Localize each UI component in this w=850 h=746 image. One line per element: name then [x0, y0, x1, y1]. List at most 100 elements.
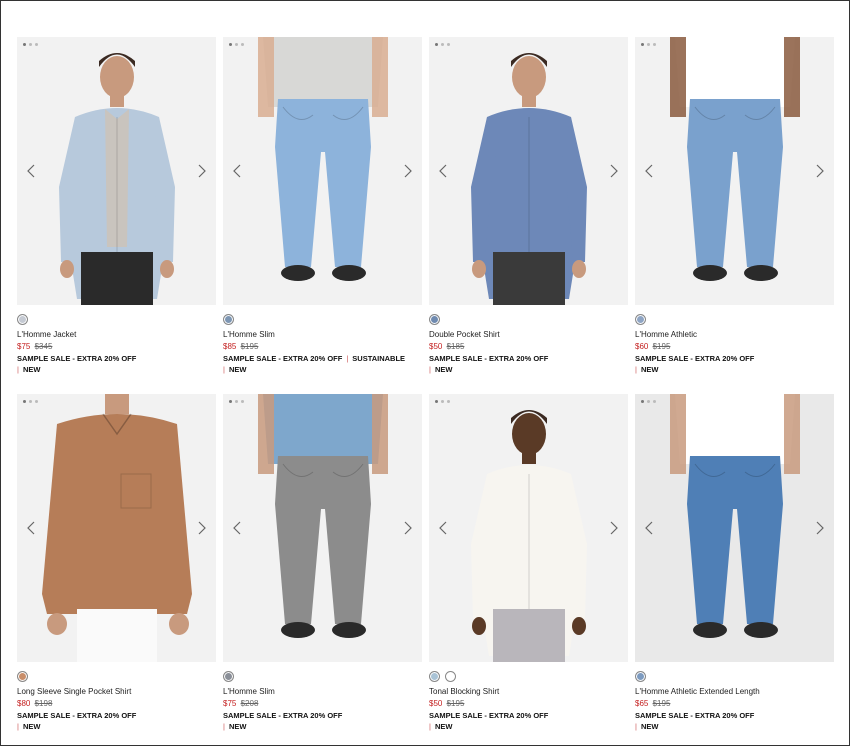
chevron-right-icon: [198, 164, 206, 178]
carousel-dot[interactable]: [441, 400, 444, 403]
promo-text: SAMPLE SALE - EXTRA 20% OFF: [223, 711, 422, 721]
product-image[interactable]: [429, 394, 628, 662]
product-card[interactable]: L'Homme Athletic Extended Length $65 $19…: [635, 394, 834, 732]
product-image[interactable]: [223, 394, 422, 662]
carousel-dots: [641, 43, 656, 46]
prev-image-button[interactable]: [642, 161, 656, 181]
product-name[interactable]: L'Homme Jacket: [17, 330, 216, 340]
product-image[interactable]: [17, 37, 216, 305]
product-name[interactable]: L'Homme Athletic Extended Length: [635, 687, 834, 697]
carousel-dot[interactable]: [641, 43, 644, 46]
carousel-dots: [435, 43, 450, 46]
product-card[interactable]: L'Homme Slim $75 $208 SAMPLE SALE - EXTR…: [223, 394, 422, 732]
product-photo: [223, 37, 422, 305]
carousel-dot[interactable]: [241, 400, 244, 403]
new-badge: | NEW: [635, 722, 834, 732]
carousel-dot[interactable]: [447, 43, 450, 46]
carousel-dot[interactable]: [29, 43, 32, 46]
promo-text: SAMPLE SALE - EXTRA 20% OFF: [635, 354, 834, 364]
prev-image-button[interactable]: [230, 518, 244, 538]
color-swatch[interactable]: [223, 314, 234, 325]
carousel-dot[interactable]: [435, 400, 438, 403]
color-swatch[interactable]: [223, 671, 234, 682]
carousel-dot[interactable]: [235, 43, 238, 46]
badge-label: NEW: [228, 722, 247, 731]
next-image-button[interactable]: [607, 518, 621, 538]
product-name[interactable]: L'Homme Slim: [223, 687, 422, 697]
carousel-dot[interactable]: [435, 43, 438, 46]
promo-text: SAMPLE SALE - EXTRA 20% OFF: [17, 354, 216, 364]
product-price: $75 $345: [17, 342, 216, 352]
product-name[interactable]: L'Homme Slim: [223, 330, 422, 340]
next-image-button[interactable]: [401, 518, 415, 538]
carousel-dot[interactable]: [23, 43, 26, 46]
next-image-button[interactable]: [195, 518, 209, 538]
prev-image-button[interactable]: [24, 161, 38, 181]
product-card[interactable]: Tonal Blocking Shirt $50 $195 SAMPLE SAL…: [429, 394, 628, 732]
badge-label: NEW: [22, 365, 41, 374]
badge-label: NEW: [434, 722, 453, 731]
new-badge: | NEW: [17, 365, 216, 375]
carousel-dots: [23, 43, 38, 46]
product-card[interactable]: Double Pocket Shirt $50 $185 SAMPLE SALE…: [429, 37, 628, 375]
badge-label: NEW: [640, 365, 659, 374]
next-image-button[interactable]: [401, 161, 415, 181]
next-image-button[interactable]: [195, 161, 209, 181]
product-photo: [17, 37, 216, 305]
carousel-dot[interactable]: [235, 400, 238, 403]
color-swatch[interactable]: [429, 671, 440, 682]
product-card[interactable]: L'Homme Slim $85 $195 SAMPLE SALE - EXTR…: [223, 37, 422, 375]
carousel-dot[interactable]: [241, 43, 244, 46]
product-card[interactable]: Long Sleeve Single Pocket Shirt $80 $198…: [17, 394, 216, 732]
product-image[interactable]: [429, 37, 628, 305]
product-name[interactable]: Long Sleeve Single Pocket Shirt: [17, 687, 216, 697]
carousel-dot[interactable]: [229, 400, 232, 403]
carousel-dot[interactable]: [229, 43, 232, 46]
color-swatches: [223, 671, 422, 683]
carousel-dot[interactable]: [441, 43, 444, 46]
color-swatch[interactable]: [429, 314, 440, 325]
product-name[interactable]: L'Homme Athletic: [635, 330, 834, 340]
product-image[interactable]: [17, 394, 216, 662]
color-swatch[interactable]: [17, 314, 28, 325]
product-name[interactable]: Tonal Blocking Shirt: [429, 687, 628, 697]
carousel-dots: [641, 400, 656, 403]
carousel-dot[interactable]: [647, 400, 650, 403]
next-image-button[interactable]: [813, 518, 827, 538]
product-name[interactable]: Double Pocket Shirt: [429, 330, 628, 340]
promo-label: SAMPLE SALE - EXTRA 20% OFF: [429, 354, 549, 363]
new-badge: | NEW: [223, 722, 422, 732]
badge-label: NEW: [434, 365, 453, 374]
prev-image-button[interactable]: [642, 518, 656, 538]
carousel-dot[interactable]: [447, 400, 450, 403]
color-swatches: [635, 671, 834, 683]
carousel-dot[interactable]: [35, 400, 38, 403]
carousel-dot[interactable]: [641, 400, 644, 403]
color-swatch[interactable]: [635, 314, 646, 325]
carousel-dot[interactable]: [653, 43, 656, 46]
product-card[interactable]: L'Homme Athletic $60 $195 SAMPLE SALE - …: [635, 37, 834, 375]
product-image[interactable]: [223, 37, 422, 305]
prev-image-button[interactable]: [436, 518, 450, 538]
chevron-right-icon: [816, 521, 824, 535]
product-card[interactable]: L'Homme Jacket $75 $345 SAMPLE SALE - EX…: [17, 37, 216, 375]
carousel-dot[interactable]: [647, 43, 650, 46]
color-swatch[interactable]: [445, 671, 456, 682]
sale-price: $75: [223, 699, 237, 708]
next-image-button[interactable]: [607, 161, 621, 181]
prev-image-button[interactable]: [436, 161, 450, 181]
next-image-button[interactable]: [813, 161, 827, 181]
product-image[interactable]: [635, 37, 834, 305]
color-swatch[interactable]: [635, 671, 646, 682]
carousel-dot[interactable]: [35, 43, 38, 46]
prev-image-button[interactable]: [24, 518, 38, 538]
carousel-dot[interactable]: [653, 400, 656, 403]
badge-separator: |: [635, 365, 637, 374]
color-swatch[interactable]: [17, 671, 28, 682]
badge-label: NEW: [228, 365, 247, 374]
color-swatches: [17, 671, 216, 683]
carousel-dot[interactable]: [29, 400, 32, 403]
carousel-dot[interactable]: [23, 400, 26, 403]
prev-image-button[interactable]: [230, 161, 244, 181]
product-image[interactable]: [635, 394, 834, 662]
